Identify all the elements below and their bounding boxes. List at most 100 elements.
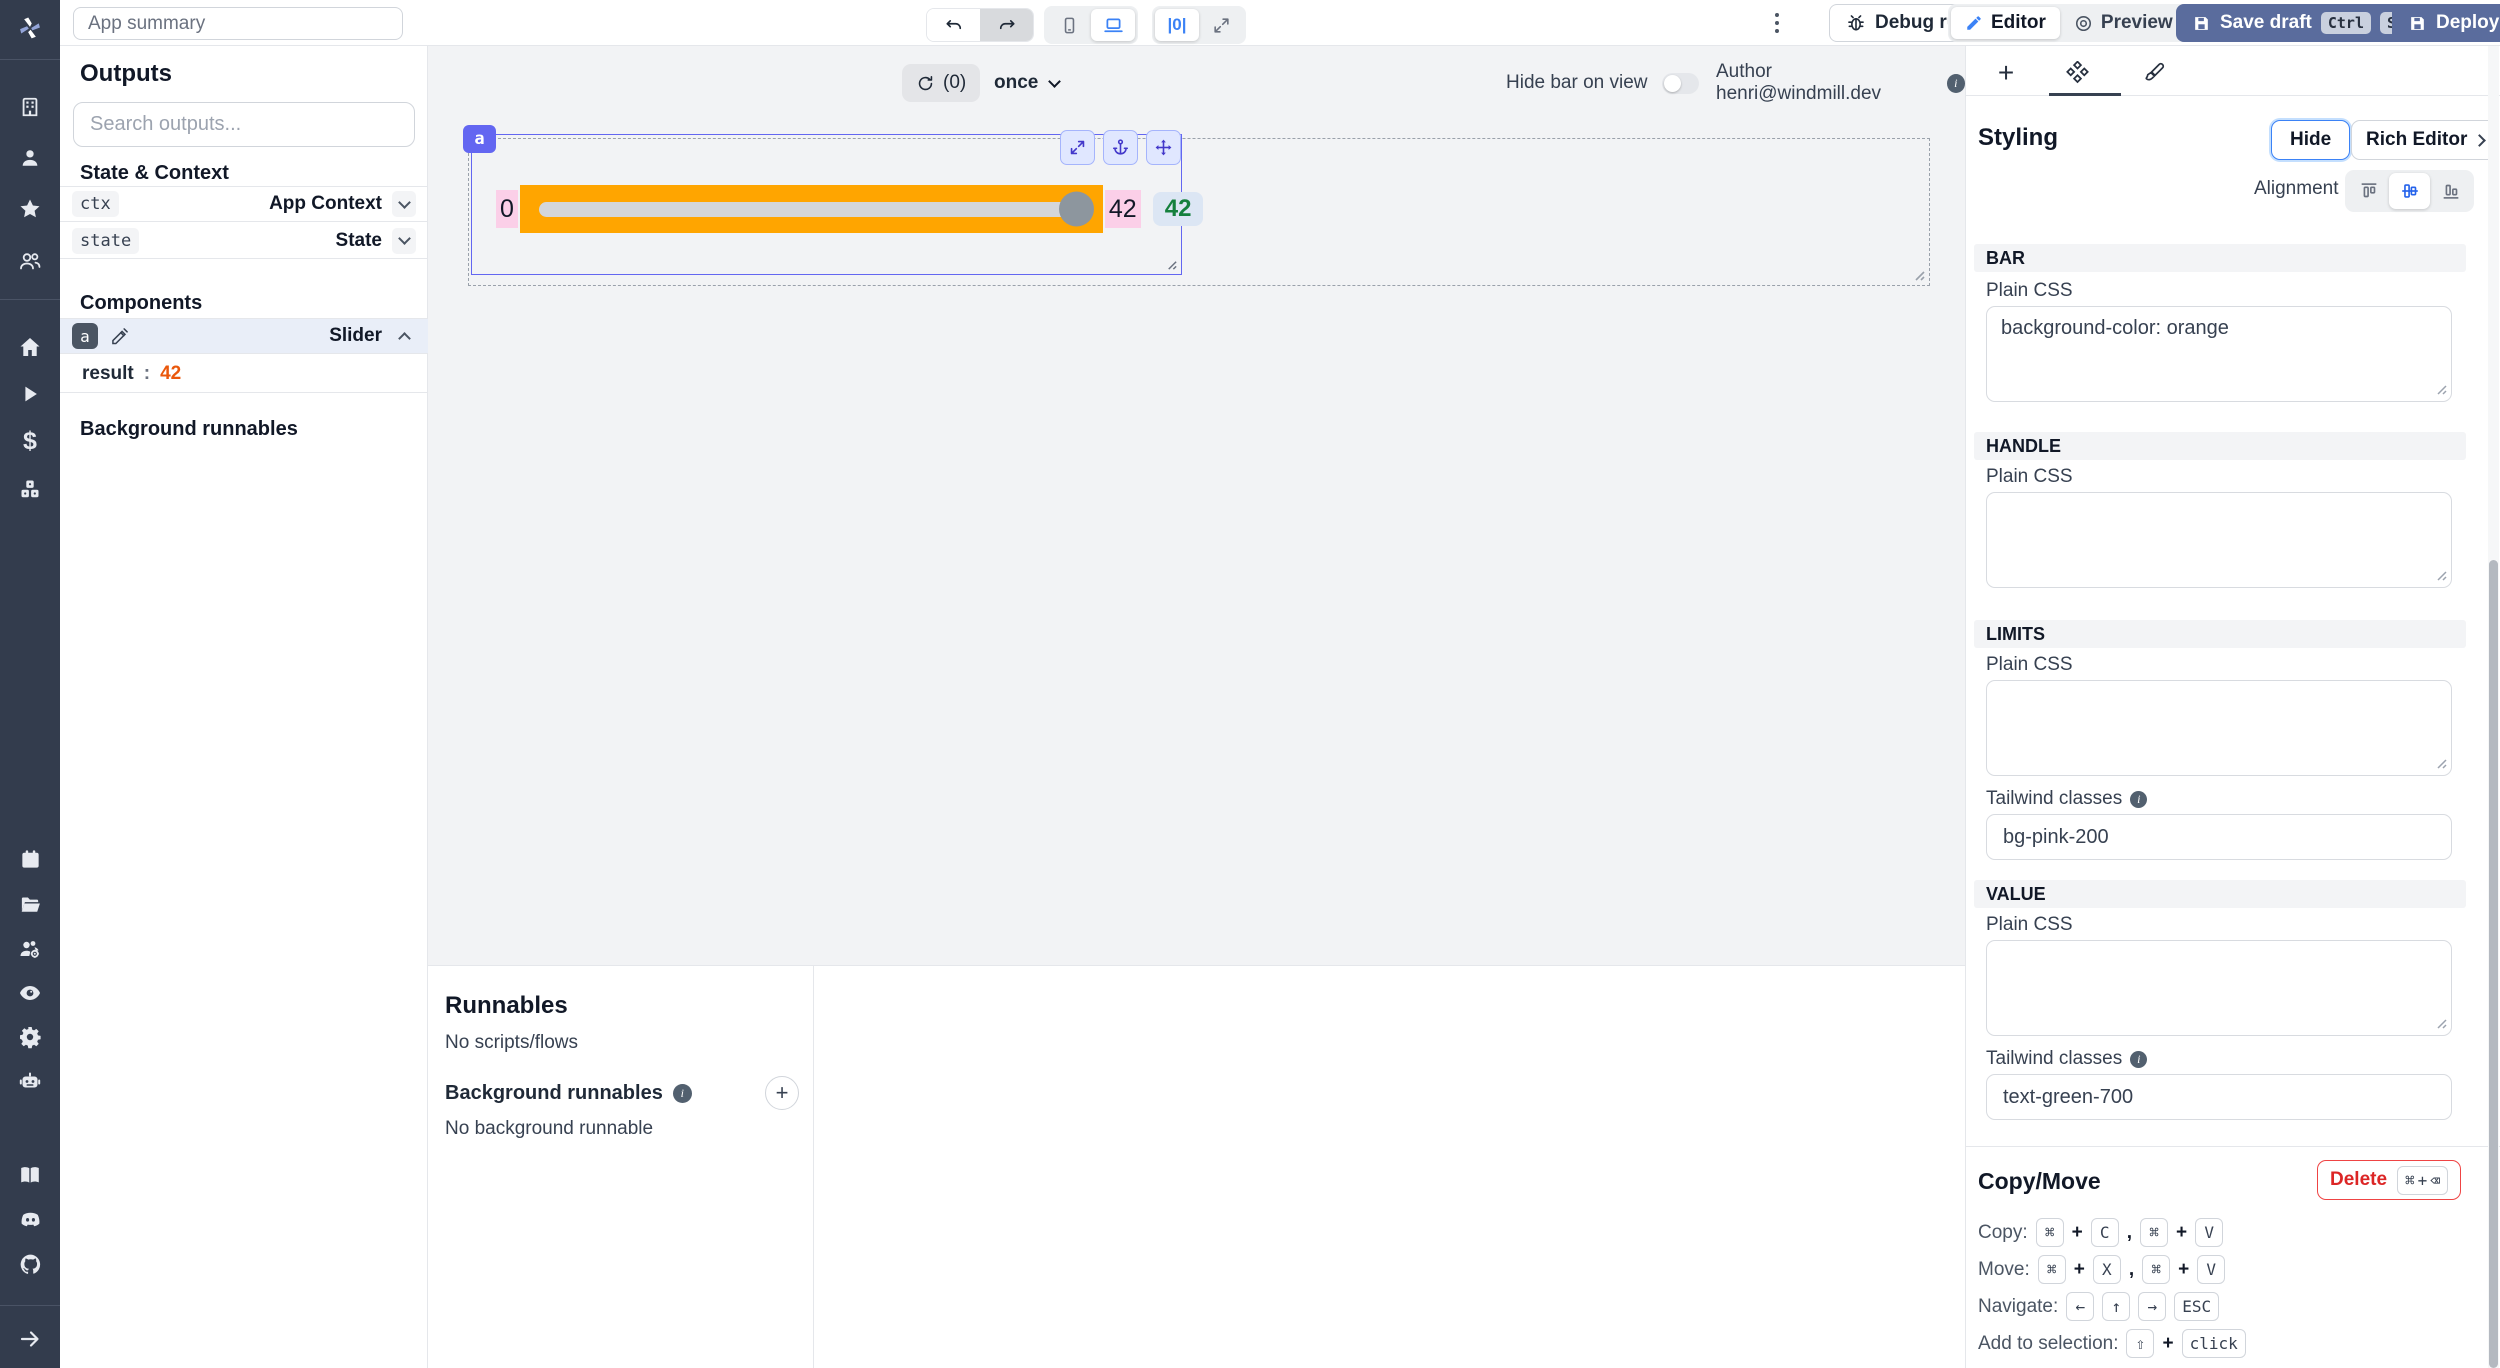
handle-plain-css-textarea[interactable] <box>1986 492 2452 588</box>
folders-icon[interactable] <box>15 889 45 919</box>
textarea-resize-icon[interactable] <box>2434 382 2448 396</box>
component-row-slider[interactable]: a Slider <box>60 318 428 354</box>
expand-component-button[interactable] <box>1060 130 1095 165</box>
ai-robot-icon[interactable] <box>15 1066 45 1096</box>
textarea-resize-icon[interactable] <box>2434 568 2448 582</box>
anchor-icon <box>1111 138 1130 157</box>
schedules-calendar-icon[interactable] <box>15 844 45 874</box>
deploy-button[interactable]: Deploy <box>2392 4 2500 42</box>
textarea-resize-icon[interactable] <box>2434 1016 2448 1030</box>
container-resize-handle-icon[interactable] <box>1912 268 1926 282</box>
centered-layout-button[interactable]: |0| <box>1155 9 1199 41</box>
redo-button[interactable] <box>980 9 1033 41</box>
search-outputs-input[interactable] <box>73 102 415 147</box>
ctx-expand-button[interactable] <box>392 191 416 217</box>
scrollbar-track[interactable] <box>2488 46 2499 1368</box>
component-collapse-button[interactable] <box>392 323 416 349</box>
app-summary-input[interactable] <box>73 7 403 40</box>
settings-gear-icon[interactable] <box>15 1022 45 1052</box>
fullwidth-button[interactable] <box>1199 9 1243 41</box>
component-badge[interactable]: a <box>463 125 496 153</box>
hide-bar-toggle[interactable] <box>1662 73 1699 94</box>
variables-dollar-icon[interactable]: $ <box>15 426 45 456</box>
slider-track[interactable] <box>539 202 1089 217</box>
shortcut-row-add-selection: Add to selection: ⇧ + click <box>1978 1329 2246 1358</box>
result-colon: : <box>144 363 150 385</box>
save-draft-button[interactable]: Save draft Ctrl S <box>2176 4 2419 42</box>
favorites-star-icon[interactable] <box>15 194 45 224</box>
slider-handle[interactable] <box>1059 192 1094 227</box>
canvas-area[interactable]: (0) once Hide bar on view Author henri@w… <box>428 46 1965 965</box>
editor-tab[interactable]: Editor <box>1951 7 2060 39</box>
tab-component-settings[interactable] <box>2049 54 2105 92</box>
home-icon[interactable] <box>15 332 45 362</box>
editor-preview-toggle: Editor Preview <box>1948 4 2190 42</box>
preview-tab[interactable]: Preview <box>2060 7 2187 39</box>
component-resize-handle-icon[interactable] <box>1165 258 1178 271</box>
slider-component[interactable]: a 0 42 42 <box>471 134 1182 275</box>
hide-styling-button[interactable]: Hide <box>2271 120 2350 160</box>
align-bottom-button[interactable] <box>2430 173 2471 209</box>
centered-layout-glyph: |0| <box>1168 15 1187 35</box>
runs-play-icon[interactable] <box>15 379 45 409</box>
mobile-view-button[interactable] <box>1047 9 1091 41</box>
output-row-state[interactable]: state State <box>60 223 428 259</box>
slider-bar[interactable] <box>520 185 1103 233</box>
bar-plain-css-textarea[interactable]: background-color: orange <box>1986 306 2452 402</box>
kbd-cmd: ⌘ <box>2142 1255 2170 1284</box>
rich-editor-button[interactable]: Rich Editor <box>2351 120 2499 160</box>
run-mode-dropdown[interactable]: once <box>984 64 1069 102</box>
github-icon[interactable] <box>15 1249 45 1279</box>
delete-component-button[interactable]: Delete ⌘+⌫ <box>2317 1160 2461 1200</box>
kbd-esc: ESC <box>2174 1292 2219 1321</box>
kbd-x: X <box>2093 1255 2121 1284</box>
preview-label: Preview <box>2101 12 2173 34</box>
info-icon[interactable]: i <box>1947 74 1965 93</box>
expand-sidebar-arrow-icon[interactable] <box>15 1324 45 1354</box>
component-diamonds-icon <box>2065 61 2090 86</box>
desktop-view-button[interactable] <box>1091 9 1135 41</box>
align-center-button[interactable] <box>2389 173 2430 209</box>
state-expand-button[interactable] <box>392 228 416 254</box>
tailwind-classes-label: Tailwind classes <box>1986 788 2122 810</box>
groups-icon[interactable] <box>15 246 45 276</box>
rename-pencil-icon[interactable] <box>110 326 130 346</box>
value-plain-css-textarea[interactable] <box>1986 940 2452 1036</box>
output-row-ctx[interactable]: ctx App Context <box>60 186 428 222</box>
undo-button[interactable] <box>927 9 980 41</box>
section-header-limits: LIMITS <box>1974 620 2466 648</box>
delete-kbd: ⌘+⌫ <box>2397 1166 2448 1195</box>
scrollbar-thumb[interactable] <box>2489 560 2498 1368</box>
info-icon[interactable]: i <box>673 1084 692 1103</box>
move-component-button[interactable] <box>1146 130 1181 165</box>
refresh-components-button[interactable]: (0) <box>902 64 980 102</box>
workers-icon[interactable] <box>15 934 45 964</box>
info-icon[interactable]: i <box>2130 1051 2147 1068</box>
textarea-resize-icon[interactable] <box>2434 756 2448 770</box>
result-row[interactable]: result : 42 <box>60 355 428 393</box>
user-icon[interactable] <box>15 143 45 173</box>
workspace-building-icon[interactable] <box>15 92 45 122</box>
value-tailwind-input[interactable] <box>1986 1074 2452 1120</box>
audit-eye-icon[interactable] <box>15 978 45 1008</box>
expand-arrows-icon <box>1068 138 1087 157</box>
kbd-v: V <box>2197 1255 2225 1284</box>
more-options-kebab-icon[interactable] <box>1774 13 1780 33</box>
tailwind-label-row: Tailwind classes i <box>1986 788 2147 810</box>
info-icon[interactable]: i <box>2130 791 2147 808</box>
docs-book-icon[interactable] <box>15 1160 45 1190</box>
limits-tailwind-input[interactable] <box>1986 814 2452 860</box>
tab-insert[interactable]: + <box>1978 54 2034 92</box>
resources-cubes-icon[interactable] <box>15 474 45 504</box>
anchor-component-button[interactable] <box>1103 130 1138 165</box>
section-header-handle: HANDLE <box>1974 432 2466 460</box>
discord-icon[interactable] <box>15 1204 45 1234</box>
align-top-button[interactable] <box>2348 173 2389 209</box>
limits-plain-css-textarea[interactable] <box>1986 680 2452 776</box>
kbd-arrow-left: ← <box>2066 1292 2094 1321</box>
windmill-logo-icon[interactable] <box>15 13 45 43</box>
chevron-down-icon <box>398 196 411 209</box>
preview-target-icon <box>2074 14 2093 33</box>
add-background-runnable-button[interactable]: + <box>765 1076 799 1110</box>
tab-theme-brush[interactable] <box>2126 54 2182 92</box>
